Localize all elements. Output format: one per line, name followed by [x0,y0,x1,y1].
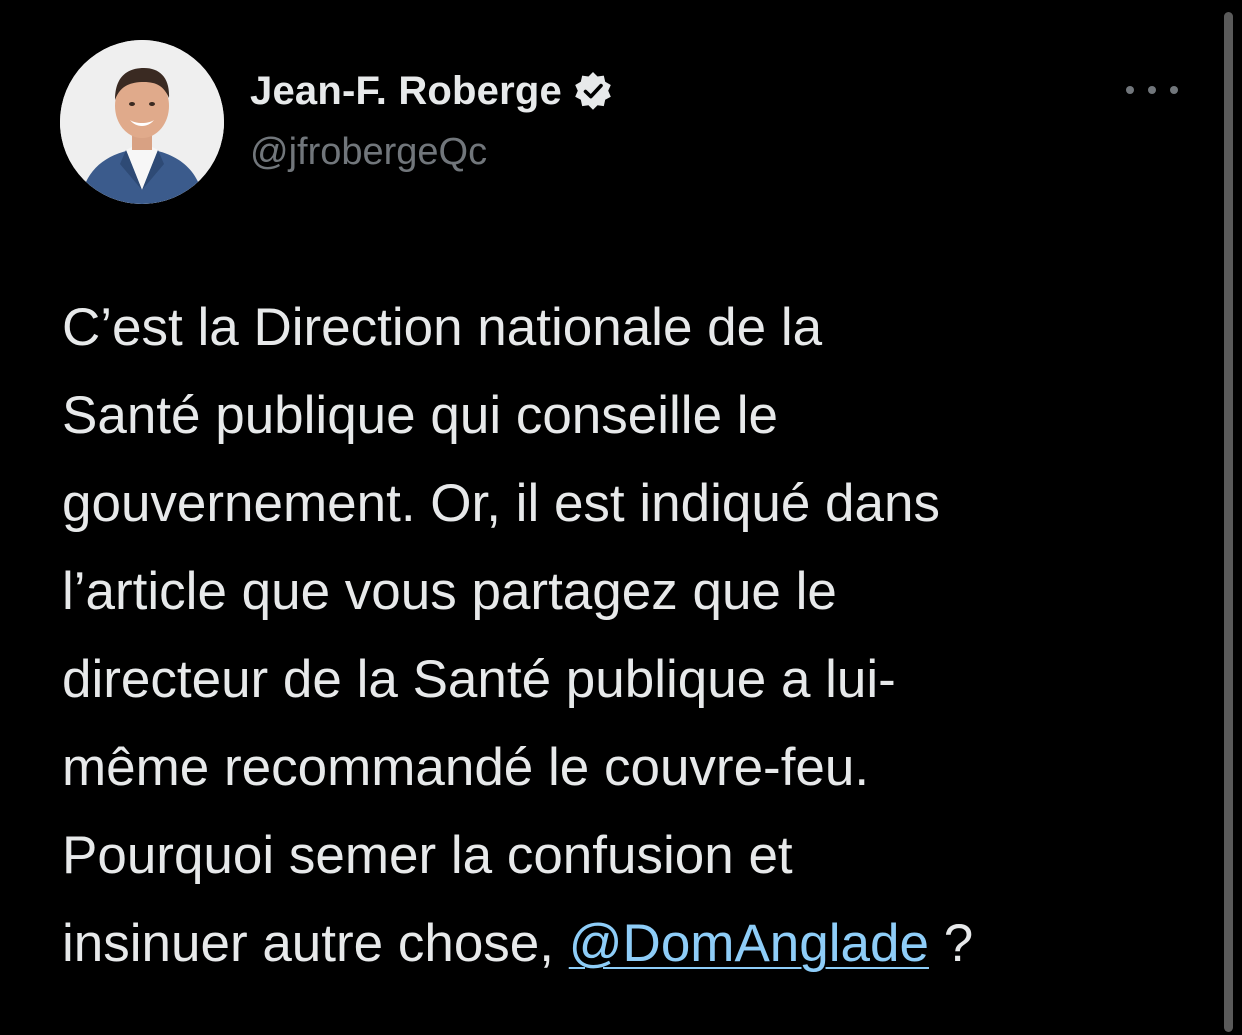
scrollbar[interactable] [1224,12,1233,1032]
tweet-line: directeur de la Santé publique a lui- [62,650,896,709]
tweet-line: gouvernement. Or, il est indiqué dans [62,474,940,533]
mention-link[interactable]: @DomAnglade [569,914,929,973]
more-options-icon[interactable] [1126,80,1178,100]
dot [1170,86,1178,94]
tweet-line: C’est la Direction nationale de la [62,298,823,357]
dot [1148,86,1156,94]
author-name-row: Jean-F. Roberge [250,68,614,114]
tweet-last-line: insinuer autre chose, @DomAnglade ? [62,900,1172,988]
avatar[interactable] [60,40,224,204]
tweet-text: C’est la Direction nationale de la Santé… [62,284,1172,988]
tweet-last-line-prefix: insinuer autre chose, [62,914,569,973]
author-handle[interactable]: @jfrobergeQc [250,130,487,174]
tweet-card: Jean-F. Roberge @jfrobergeQc C’est la Di… [0,0,1242,1035]
tweet-last-line-suffix: ? [928,914,974,973]
tweet-line: même recommandé le couvre-feu. [62,738,870,797]
verified-badge-icon [575,72,611,110]
tweet-line: Pourquoi semer la confusion et [62,826,793,885]
dot [1126,86,1134,94]
tweet-line: Santé publique qui conseille le [62,386,779,445]
author-display-name[interactable]: Jean-F. Roberge [250,68,562,114]
tweet-line: l’article que vous partagez que le [62,562,837,621]
